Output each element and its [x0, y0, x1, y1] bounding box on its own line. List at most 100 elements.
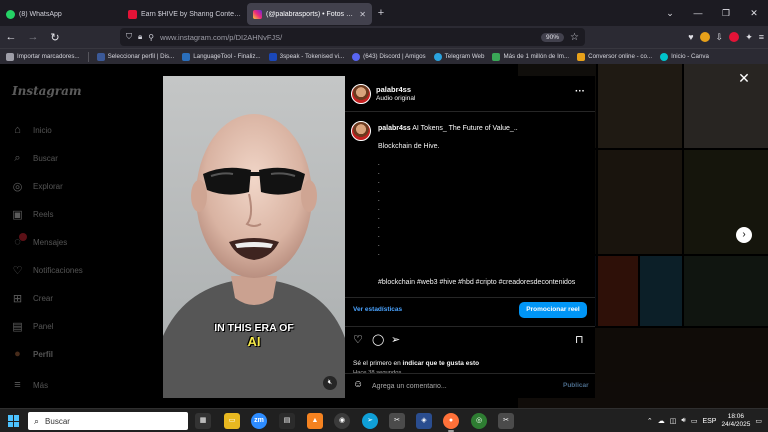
bookmark-favicon: [268, 52, 277, 61]
capcut-icon[interactable]: ✂: [498, 413, 514, 429]
lock-icon[interactable]: 🔒︎: [138, 32, 142, 42]
caption-username[interactable]: palabr4ss: [378, 125, 411, 132]
taskbar-app-icon[interactable]: ◈: [416, 413, 432, 429]
caption-dot: .: [378, 224, 380, 230]
reel-video[interactable]: IN THIS ERA OF AI 🔇︎: [163, 76, 345, 398]
forward-icon[interactable]: →: [22, 31, 44, 43]
avatar[interactable]: [351, 84, 371, 104]
tab-list-icon[interactable]: ⌄: [656, 0, 684, 26]
url-text[interactable]: www.instagram.com/p/DI2AHNvFJS/: [160, 33, 535, 42]
bookmark-item[interactable]: LanguageTool - Finaliz...: [182, 52, 261, 61]
extension-icon[interactable]: [699, 32, 710, 42]
windows-start-icon[interactable]: [8, 415, 20, 427]
bookmark-item[interactable]: Más de 1 millón de Im...: [492, 52, 569, 61]
vlc-icon[interactable]: ▲: [307, 413, 323, 429]
close-tab-icon[interactable]: ✕: [359, 10, 366, 19]
new-tab-button[interactable]: +: [372, 7, 390, 19]
clock[interactable]: 18:06 24/4/2025: [721, 413, 750, 429]
chevron-up-icon[interactable]: ⌃: [647, 417, 653, 425]
caption-dot: .: [378, 215, 380, 221]
zoom-icon[interactable]: zm: [251, 413, 267, 429]
close-modal-icon[interactable]: ✕: [736, 70, 752, 86]
caption-dot: .: [378, 242, 380, 248]
minimize-icon[interactable]: —: [684, 0, 712, 26]
bookmark-star-icon[interactable]: ☆: [570, 32, 579, 43]
hashtags[interactable]: #blockchain #web3 #hive #hbd #cripto #cr…: [378, 279, 575, 286]
bookmark-item[interactable]: Importar marcadores...: [6, 52, 80, 61]
tab-instagram[interactable]: (@palabrasports) • Fotos y vide ✕: [247, 3, 372, 25]
caption-dot: .: [378, 197, 380, 203]
caption-dot: .: [378, 206, 380, 212]
caption-dot: .: [378, 179, 380, 185]
like-heart-icon[interactable]: ♡: [353, 333, 363, 346]
tab-whatsapp[interactable]: (8) WhatsApp: [0, 3, 122, 25]
firefox-icon[interactable]: ●: [443, 413, 459, 429]
share-icon[interactable]: ➢: [391, 333, 400, 346]
maximize-icon[interactable]: ❐: [712, 0, 740, 26]
bookmarks-bar: Importar marcadores... Seleccionar perfi…: [0, 48, 768, 64]
instagram-page: Instagram ⌂ Inicio ⌕ Buscar ◎ Explorar ▣ Ree…: [0, 64, 768, 408]
bookmark-item[interactable]: Seleccionar perfil | Dis...: [96, 52, 174, 61]
caption-area: palabr4ss AI Tokens_ The Future of Value…: [345, 113, 595, 297]
caption-dot: .: [378, 188, 380, 194]
video-caption-line1: IN THIS ERA OF: [214, 322, 294, 334]
view-insights-link[interactable]: Ver estadísticas: [353, 306, 402, 313]
task-view-icon[interactable]: ▦: [195, 413, 211, 429]
onedrive-icon[interactable]: ☁: [658, 417, 665, 425]
insights-row: Ver estadísticas Promocionar reel: [345, 297, 595, 322]
browser-tab-bar: (8) WhatsApp Earn $HIVE by Sharing Conte…: [0, 0, 768, 26]
close-window-icon[interactable]: ✕: [740, 0, 768, 26]
caption-text: palabr4ss AI Tokens_ The Future of Value…: [378, 125, 518, 132]
tab-hive[interactable]: Earn $HIVE by Sharing Content – Gr: [122, 3, 247, 25]
downloads-icon[interactable]: ⇩: [716, 32, 724, 43]
comment-icon[interactable]: ◯: [372, 333, 384, 346]
audio-label[interactable]: Audio original: [376, 95, 415, 102]
volume-icon[interactable]: 🔊︎: [681, 417, 685, 425]
network-icon[interactable]: ◫: [670, 417, 677, 425]
permissions-icon[interactable]: ⚲: [148, 33, 154, 42]
post-username[interactable]: palabr4ss: [376, 85, 411, 94]
caption-dot: .: [378, 251, 380, 257]
caption-line: Blockchain de Hive.: [378, 143, 440, 150]
taskbar-app-icon[interactable]: ◉: [334, 413, 350, 429]
like-this-link[interactable]: indicar que te gusta esto: [403, 360, 480, 367]
reload-icon[interactable]: ↻: [44, 31, 66, 44]
zoom-level[interactable]: 90%: [541, 32, 565, 42]
bookmark-item[interactable]: 3speak - Tokenised vi...: [268, 52, 344, 61]
shield-icon[interactable]: ⛉: [126, 32, 132, 42]
system-tray: ⌃ ☁ ◫ 🔊︎ ▭ ESP 18:06 24/4/2025 ▭: [647, 409, 762, 432]
telegram-icon[interactable]: ➢: [362, 413, 378, 429]
save-bookmark-icon[interactable]: ⊓: [575, 333, 584, 346]
more-options-icon[interactable]: ···: [575, 86, 585, 97]
pocket-icon[interactable]: ♥︎: [688, 32, 693, 42]
taskbar-search[interactable]: ⌕ Buscar: [28, 412, 188, 430]
battery-icon[interactable]: ▭: [691, 417, 698, 425]
file-explorer-icon[interactable]: ▭: [224, 413, 240, 429]
mute-icon[interactable]: 🔇︎: [323, 376, 337, 390]
capcut-icon[interactable]: ✂: [389, 413, 405, 429]
notifications-icon[interactable]: ▭: [755, 417, 762, 425]
taskbar-app-icon[interactable]: ▤: [279, 413, 295, 429]
bookmark-item[interactable]: Inicio - Canva: [660, 52, 709, 61]
publish-button[interactable]: Publicar: [563, 382, 589, 389]
app-menu-icon[interactable]: ≡: [759, 32, 764, 42]
next-post-button[interactable]: ›: [736, 227, 752, 243]
promote-reel-button[interactable]: Promocionar reel: [519, 302, 587, 318]
avatar[interactable]: [351, 121, 371, 141]
comment-input[interactable]: [372, 381, 542, 392]
browser-nav-bar: ← → ↻ ⛉ 🔒︎ ⚲ www.instagram.com/p/DI2AHNv…: [0, 26, 768, 48]
bookmark-favicon: [492, 52, 501, 61]
chrome-icon[interactable]: ◎: [471, 413, 487, 429]
bookmark-item[interactable]: Telegram Web: [433, 52, 484, 61]
bookmark-item[interactable]: (643) Discord | Amigos: [352, 52, 426, 61]
language-indicator[interactable]: ESP: [702, 418, 716, 425]
emoji-icon[interactable]: ☺: [353, 379, 363, 390]
bookmark-item[interactable]: Conversor online - co...: [577, 52, 652, 61]
actions-row: ♡ ◯ ➢ ⊓: [345, 326, 595, 346]
search-icon: ⌕: [34, 415, 40, 426]
address-bar[interactable]: ⛉ 🔒︎ ⚲ www.instagram.com/p/DI2AHNvFJS/ 9…: [120, 28, 585, 46]
extensions-puzzle-icon[interactable]: ✦: [745, 32, 753, 43]
hive-keychain-icon[interactable]: [729, 32, 740, 42]
import-icon: [6, 52, 14, 61]
back-icon[interactable]: ←: [0, 31, 22, 43]
